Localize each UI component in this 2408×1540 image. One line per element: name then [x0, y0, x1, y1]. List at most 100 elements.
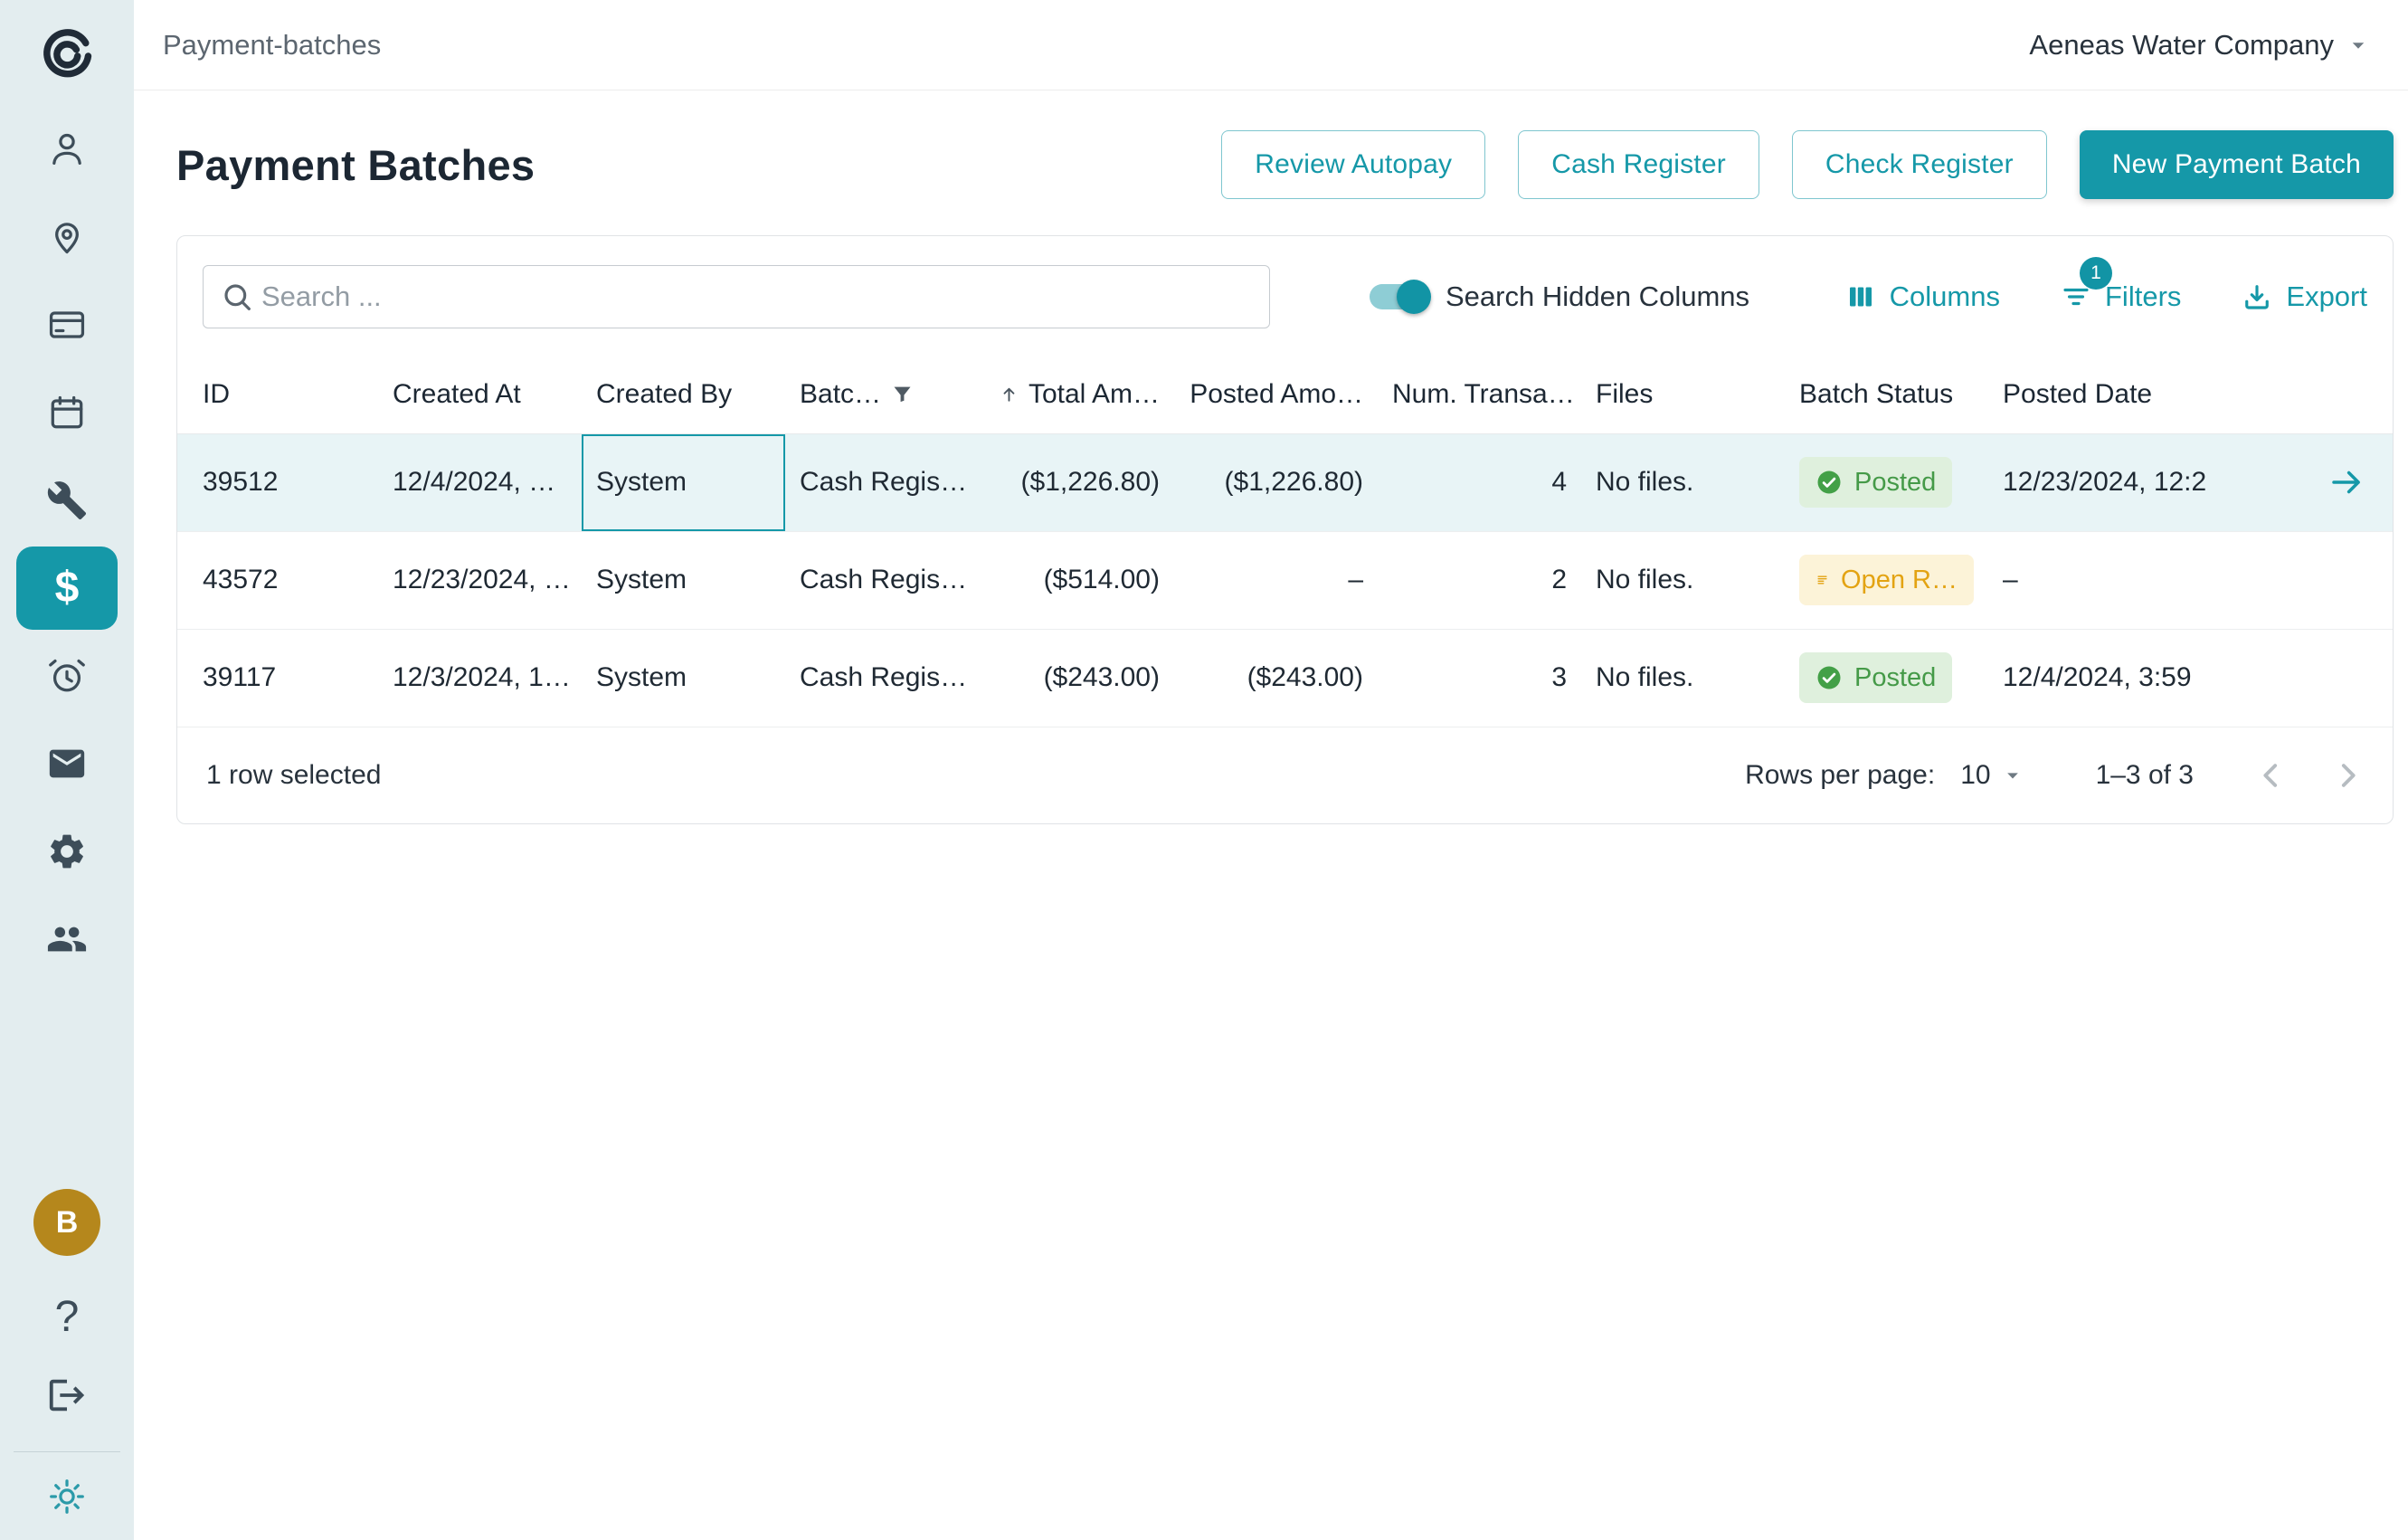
cell-created-at[interactable]: 12/3/2024, 1… [378, 629, 582, 727]
check-circle-icon [1815, 469, 1843, 496]
cell-total-amount[interactable]: ($1,226.80) [984, 433, 1174, 531]
table-body: 39512 12/4/2024, … System Cash Regis… ($… [177, 433, 2393, 727]
cell-batch-status[interactable]: Posted [1785, 433, 1988, 531]
check-register-button[interactable]: Check Register [1792, 130, 2047, 199]
columns-button[interactable]: Columns [1844, 280, 2000, 313]
tools-icon [46, 480, 88, 521]
cell-actions [2313, 433, 2393, 531]
col-header-batch[interactable]: Batc… [785, 356, 984, 433]
user-avatar[interactable]: B [33, 1189, 100, 1256]
table-row[interactable]: 43572 12/23/2024, … System Cash Regis… (… [177, 531, 2393, 629]
cell-num-transactions[interactable]: 4 [1378, 433, 1581, 531]
col-header-created-by[interactable]: Created By [582, 356, 785, 433]
cell-created-by[interactable]: System [582, 433, 785, 531]
toggle-knob [1397, 280, 1431, 314]
table-toolbar: Search Hidden Columns Columns 1 F [177, 236, 2393, 356]
cell-created-at[interactable]: 12/4/2024, … [378, 433, 582, 531]
cell-batch-status[interactable]: Posted [1785, 629, 1988, 727]
col-header-total-amount[interactable]: Total Am… [984, 356, 1174, 433]
search-input[interactable] [203, 265, 1270, 328]
cell-files[interactable]: No files. [1581, 433, 1785, 531]
table-row[interactable]: 39512 12/4/2024, … System Cash Regis… ($… [177, 433, 2393, 531]
gear-icon [46, 831, 88, 872]
status-badge: Posted [1799, 652, 1952, 703]
review-autopay-button[interactable]: Review Autopay [1221, 130, 1485, 199]
columns-icon [1844, 280, 1877, 313]
sidebar-bottom: B ? [14, 1189, 120, 1540]
cell-created-at[interactable]: 12/23/2024, … [378, 531, 582, 629]
col-header-posted-amount[interactable]: Posted Amo… [1174, 356, 1378, 433]
cell-posted-amount[interactable]: ($243.00) [1174, 629, 1378, 727]
calendar-icon [46, 392, 88, 433]
previous-page-button[interactable] [2253, 757, 2289, 794]
sidebar-item-schedule[interactable] [0, 368, 134, 456]
open-row-button[interactable] [2327, 463, 2365, 501]
col-header-id[interactable]: ID [177, 356, 378, 433]
filters-button[interactable]: 1 Filters [2060, 280, 2181, 313]
person-icon [46, 128, 88, 170]
cell-files[interactable]: No files. [1581, 531, 1785, 629]
payment-batches-card: Search Hidden Columns Columns 1 F [176, 235, 2394, 824]
cell-actions [2313, 629, 2393, 727]
cell-posted-amount[interactable]: – [1174, 531, 1378, 629]
col-header-files[interactable]: Files [1581, 356, 1785, 433]
cell-id[interactable]: 39512 [177, 433, 378, 531]
col-header-actions [2313, 356, 2393, 433]
export-label: Export [2286, 280, 2367, 313]
sidebar-item-billing[interactable] [0, 280, 134, 368]
alarm-clock-icon [46, 655, 88, 697]
theme-toggle[interactable] [46, 1476, 88, 1522]
cell-created-by[interactable]: System [582, 629, 785, 727]
col-header-batch-status[interactable]: Batch Status [1785, 356, 1988, 433]
app-logo[interactable] [38, 24, 96, 89]
cell-id[interactable]: 43572 [177, 531, 378, 629]
sidebar-item-profile[interactable] [0, 105, 134, 193]
export-button[interactable]: Export [2241, 280, 2367, 313]
sidebar-item-tools[interactable] [0, 456, 134, 544]
caret-down-icon [2000, 763, 2025, 788]
col-header-created-at[interactable]: Created At [378, 356, 582, 433]
sidebar-item-history[interactable] [0, 632, 134, 719]
new-payment-batch-button[interactable]: New Payment Batch [2080, 130, 2394, 199]
sidebar-nav: $ [0, 105, 134, 983]
cell-num-transactions[interactable]: 3 [1378, 629, 1581, 727]
pagination-controls [2253, 757, 2365, 794]
table-row[interactable]: 39117 12/3/2024, 1… System Cash Regis… (… [177, 629, 2393, 727]
cell-batch[interactable]: Cash Regis… [785, 531, 984, 629]
columns-label: Columns [1890, 280, 2000, 313]
cell-batch[interactable]: Cash Regis… [785, 433, 984, 531]
credit-card-icon [46, 304, 88, 346]
company-selector[interactable]: Aeneas Water Company [2029, 29, 2372, 62]
col-header-posted-date[interactable]: Posted Date [1988, 356, 2313, 433]
cell-batch-status[interactable]: Open R… [1785, 531, 1988, 629]
sidebar-item-messages[interactable] [0, 719, 134, 807]
cell-total-amount[interactable]: ($514.00) [984, 531, 1174, 629]
cell-total-amount[interactable]: ($243.00) [984, 629, 1174, 727]
cell-posted-date[interactable]: 12/23/2024, 12:2 [1988, 433, 2313, 531]
cell-num-transactions[interactable]: 2 [1378, 531, 1581, 629]
rows-per-page-select[interactable]: 10 [1960, 760, 2024, 791]
arrow-right-icon [2327, 463, 2365, 501]
sidebar-item-payments[interactable]: $ [0, 544, 134, 632]
cash-register-button[interactable]: Cash Register [1518, 130, 1759, 199]
col-header-num-transactions[interactable]: Num. Transa… [1378, 356, 1581, 433]
location-pin-icon [46, 216, 88, 258]
next-page-button[interactable] [2329, 757, 2365, 794]
search-box [203, 265, 1270, 328]
logout-button[interactable] [46, 1374, 88, 1421]
search-hidden-columns-toggle[interactable] [1370, 284, 1427, 309]
cell-id[interactable]: 39117 [177, 629, 378, 727]
status-badge: Open R… [1799, 555, 1974, 605]
cell-batch[interactable]: Cash Regis… [785, 629, 984, 727]
sidebar-item-locations[interactable] [0, 193, 134, 280]
cell-posted-date[interactable]: – [1988, 531, 2313, 629]
cell-files[interactable]: No files. [1581, 629, 1785, 727]
sidebar-item-customers[interactable] [0, 895, 134, 983]
cell-created-by[interactable]: System [582, 531, 785, 629]
cell-posted-amount[interactable]: ($1,226.80) [1174, 433, 1378, 531]
toggle-label: Search Hidden Columns [1446, 280, 1749, 313]
sidebar-item-settings[interactable] [0, 807, 134, 895]
help-icon[interactable]: ? [55, 1292, 80, 1342]
rows-per-page-value: 10 [1960, 760, 1990, 791]
cell-posted-date[interactable]: 12/4/2024, 3:59 [1988, 629, 2313, 727]
